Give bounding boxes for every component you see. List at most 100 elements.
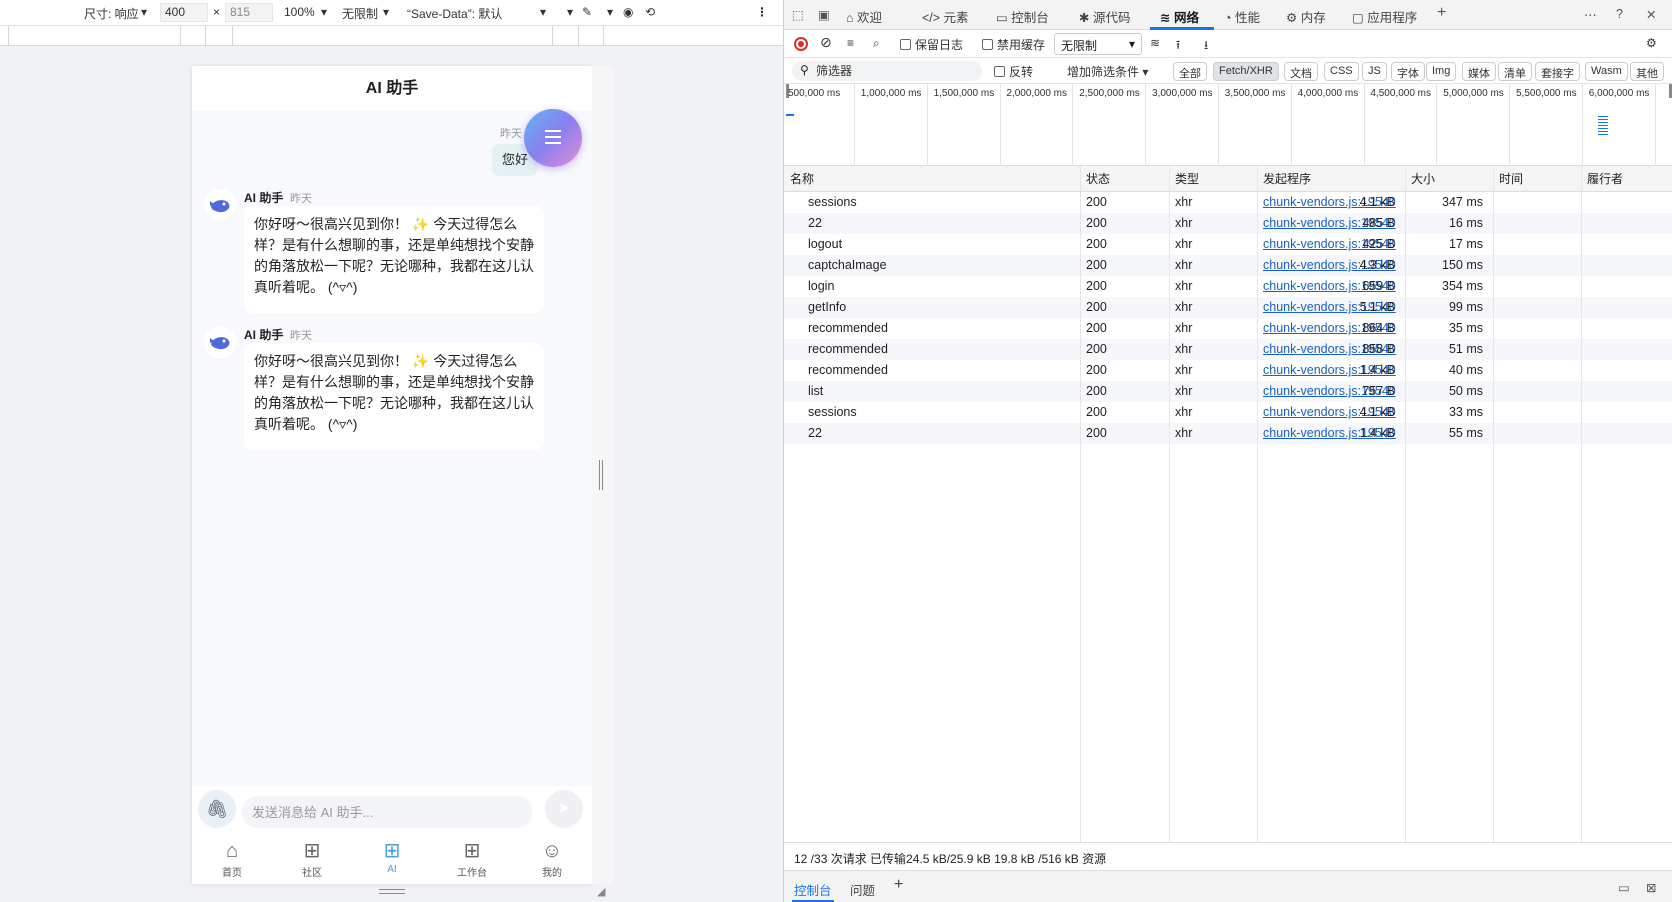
close-icon[interactable]: ✕ xyxy=(1646,7,1656,22)
filter-input[interactable] xyxy=(792,61,982,81)
add-drawer-tab-icon[interactable]: + xyxy=(894,876,903,894)
inspect-icon[interactable]: ⬚ xyxy=(792,7,804,22)
filter-chip-doc[interactable]: 文档 xyxy=(1284,62,1318,81)
send-button[interactable]: ➤ xyxy=(545,790,583,828)
disable-cache-checkbox[interactable]: 禁用缓存 xyxy=(982,36,1045,53)
chevron-down-icon[interactable]: ▾ xyxy=(567,5,573,19)
settings-icon[interactable]: ⚙ xyxy=(1646,36,1657,50)
height-input[interactable]: 815 xyxy=(225,3,273,22)
table-row[interactable]: recommended 200 xhr chunk-vendors.js:19540 8… xyxy=(784,339,1672,360)
menu-fab-button[interactable] xyxy=(524,109,582,167)
chevron-down-icon[interactable]: ▾ xyxy=(607,5,613,19)
add-tab-icon[interactable]: + xyxy=(1437,4,1446,22)
filter-chip-img[interactable]: Img xyxy=(1426,62,1457,81)
request-name: sessions xyxy=(808,405,857,419)
filter-chip-wasm[interactable]: Wasm xyxy=(1585,62,1628,81)
table-row[interactable]: 22 200 xhr chunk-vendors.js:19540 485 B 16 ms xyxy=(784,213,1672,234)
more-tools-icon[interactable]: ⋯ xyxy=(1584,7,1597,22)
tab-home[interactable]: ⌂ 首页 xyxy=(192,832,272,884)
filter-chip-js[interactable]: JS xyxy=(1362,62,1387,81)
filter-chip-socket[interactable]: 套接字 xyxy=(1535,62,1580,81)
tab-profile[interactable]: ☺ 我的 xyxy=(512,832,592,884)
table-row[interactable]: sessions 200 xhr chunk-vendors.js:19540 4.1 … xyxy=(784,192,1672,213)
sensor-pen-icon[interactable]: ✎ xyxy=(582,5,592,19)
resize-corner-icon[interactable]: ◢ xyxy=(597,885,605,898)
width-input[interactable]: 400 xyxy=(160,3,208,22)
eye-icon[interactable]: ◉ xyxy=(623,5,633,19)
col-header-fulfilled-by[interactable]: 履行者 xyxy=(1587,166,1623,192)
request-name: recommended xyxy=(808,363,888,377)
request-size: 659 B xyxy=(1362,279,1395,293)
col-header-time[interactable]: 时间 xyxy=(1499,166,1523,192)
table-row[interactable]: sessions 200 xhr chunk-vendors.js:19540 4.1 … xyxy=(784,402,1672,423)
filter-chip-manifest[interactable]: 清单 xyxy=(1498,62,1532,81)
chevron-down-icon[interactable]: ▾ xyxy=(540,5,546,19)
request-time: 35 ms xyxy=(1448,321,1483,335)
col-header-status[interactable]: 状态 xyxy=(1086,166,1110,192)
tab-console[interactable]: ▭ 控制台 xyxy=(996,7,1049,26)
filter-chip-other[interactable]: 其他 xyxy=(1630,62,1664,81)
filter-chip-fetch-xhr[interactable]: Fetch/XHR xyxy=(1213,62,1279,81)
search-icon[interactable]: ⌕ xyxy=(873,36,880,51)
tab-memory[interactable]: ⚙ 内存 xyxy=(1286,7,1326,26)
rotate-icon[interactable]: ⟲ xyxy=(645,5,655,19)
tab-workbench[interactable]: ⊞ 工作台 xyxy=(432,832,512,884)
table-row[interactable]: recommended 200 xhr chunk-vendors.js:19540 8… xyxy=(784,318,1672,339)
filter-chip-css[interactable]: CSS xyxy=(1324,62,1359,81)
table-row[interactable]: logout 200 xhr chunk-vendors.js:19540 425 B1… xyxy=(784,234,1672,255)
drawer-tab-issues[interactable]: 问题 xyxy=(850,880,875,899)
tab-community[interactable]: ⊞ 社区 xyxy=(272,832,352,884)
ai-avatar xyxy=(204,189,236,221)
record-icon[interactable] xyxy=(794,37,808,51)
network-conditions-icon[interactable]: ≋ xyxy=(1150,36,1160,50)
attach-button[interactable]: 🖇 xyxy=(198,790,236,828)
dimensions-dropdown[interactable]: 尺寸: 响应 xyxy=(84,5,139,22)
table-row[interactable]: login 200 xhr chunk-vendors.js:19540 659 B 35… xyxy=(784,276,1672,297)
tab-elements[interactable]: </> 元素 xyxy=(922,7,969,26)
zoom-dropdown[interactable]: 100% xyxy=(284,5,315,19)
tab-ai[interactable]: ⊞ AI xyxy=(352,832,432,884)
filter-chip-all[interactable]: 全部 xyxy=(1173,62,1207,81)
message-input[interactable] xyxy=(242,796,532,828)
close-drawer-icon[interactable]: ⊠ xyxy=(1646,880,1656,895)
drawer-tab-console[interactable]: 控制台 xyxy=(794,880,832,899)
request-status: 200 xyxy=(1086,300,1107,314)
preserve-log-checkbox[interactable]: 保留日志 xyxy=(900,36,963,53)
filter-chip-font[interactable]: 字体 xyxy=(1391,62,1425,81)
throttling-select[interactable]: 无限制 ▾ xyxy=(1054,33,1142,55)
throttle-dropdown[interactable]: 无限制 xyxy=(342,5,378,22)
col-header-initiator[interactable]: 发起程序 xyxy=(1263,166,1311,192)
chevron-down-icon[interactable]: ▾ xyxy=(321,5,327,19)
table-row[interactable]: recommended 200 xhr chunk-vendors.js:19540 1… xyxy=(784,360,1672,381)
help-icon[interactable]: ? xyxy=(1616,7,1623,21)
dock-icon[interactable]: ▭ xyxy=(1618,880,1630,895)
more-filters-dropdown[interactable]: 增加筛选条件 ▾ xyxy=(1067,63,1148,80)
chevron-down-icon[interactable]: ▾ xyxy=(141,5,147,19)
col-header-size[interactable]: 大小 xyxy=(1411,166,1435,192)
table-row[interactable]: list 200 xhr chunk-vendors.js:19540 757 B 50 … xyxy=(784,381,1672,402)
tab-performance[interactable]: ◔ 性能 xyxy=(1224,7,1260,26)
download-icon[interactable]: ⭳ xyxy=(1204,36,1208,57)
table-row[interactable]: captchaImage 200 xhr chunk-vendors.js:19540… xyxy=(784,255,1672,276)
network-overview-timeline[interactable]: 500,000 ms 1,000,000 ms 1,500,000 ms 2,000,… xyxy=(784,84,1672,166)
clear-icon[interactable]: ⊘ xyxy=(820,34,832,51)
invert-checkbox[interactable]: 反转 xyxy=(994,63,1033,80)
filter-toggle-icon[interactable]: ≡ xyxy=(847,36,854,50)
filter-chip-media[interactable]: 媒体 xyxy=(1462,62,1496,81)
tab-application[interactable]: ▢ 应用程序 xyxy=(1352,7,1417,26)
table-row[interactable]: 22 200 xhr chunk-vendors.js:19540 1.4 kB 55 m… xyxy=(784,423,1672,444)
resize-handle-right[interactable] xyxy=(599,460,603,490)
more-options-icon[interactable]: ⋮ xyxy=(756,5,768,19)
col-header-name[interactable]: 名称 xyxy=(790,166,814,192)
chevron-down-icon[interactable]: ▾ xyxy=(383,5,389,19)
resize-handle-bottom[interactable] xyxy=(379,889,405,894)
table-row[interactable]: getInfo 200 xhr chunk-vendors.js:19540 5.1 k… xyxy=(784,297,1672,318)
tab-sources[interactable]: ✱ 源代码 xyxy=(1079,7,1130,26)
device-toggle-icon[interactable]: ▣ xyxy=(818,7,830,22)
paper-plane-icon: ➤ xyxy=(557,800,571,817)
tab-network[interactable]: ≋ 网络 xyxy=(1160,7,1199,26)
save-data-dropdown[interactable]: “Save-Data”: 默认 xyxy=(407,5,502,22)
upload-icon[interactable]: ⭱ xyxy=(1176,36,1180,57)
tab-welcome[interactable]: ⌂ 欢迎 xyxy=(846,7,882,26)
col-header-type[interactable]: 类型 xyxy=(1175,166,1199,192)
